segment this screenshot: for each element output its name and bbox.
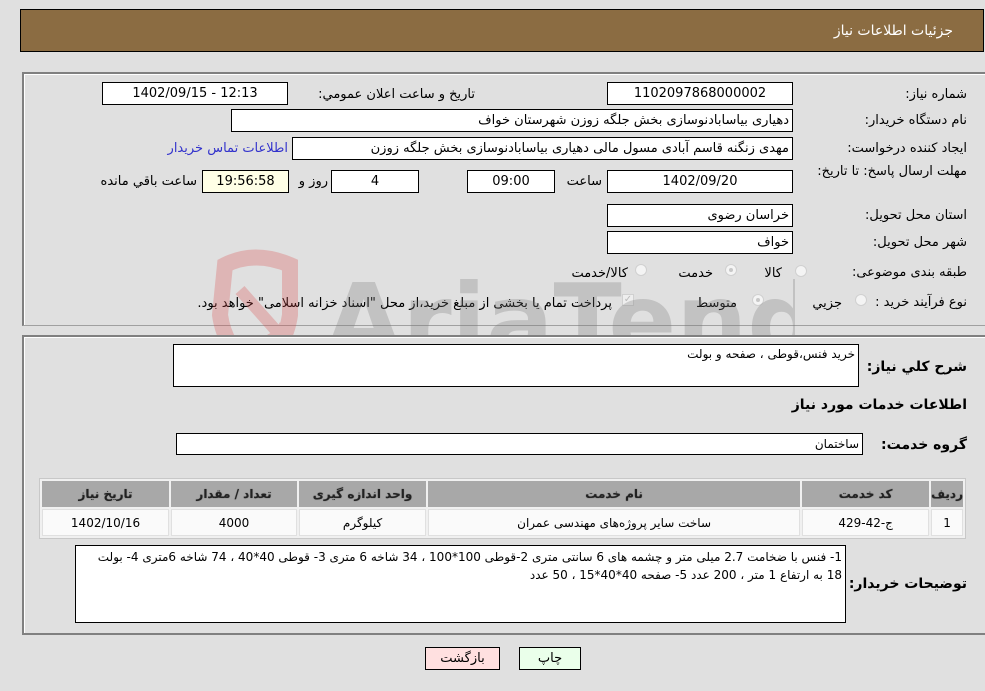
buyer-notes-label: توضیحات خریدار: — [848, 576, 967, 592]
buyer-contact-link[interactable]: اطلاعات تماس خریدار — [168, 141, 288, 156]
announce-datetime-label: تاریخ و ساعت اعلان عمومي: — [318, 87, 475, 102]
treasury-checkbox[interactable]: ✓ — [622, 294, 634, 306]
category-label: طبقه بندی موضوعی: — [851, 265, 967, 280]
col-header-service-name: نام خدمت — [428, 481, 801, 507]
province-label: استان محل تحویل: — [865, 208, 967, 223]
deadline-label: مهلت ارسال پاسخ: تا تاریخ: — [817, 164, 967, 179]
col-header-row-number: ردیف — [931, 481, 963, 507]
deadline-date-field: 1402/09/20 — [607, 170, 793, 193]
announce-datetime-field: 1402/09/15 - 12:13 — [102, 82, 288, 105]
back-button[interactable]: بازگشت — [425, 647, 500, 670]
cell-service-code: ج-42-429 — [802, 509, 930, 536]
services-heading: اطلاعات خدمات مورد نیاز — [791, 397, 967, 413]
remaining-time-label: ساعت باقي مانده — [100, 174, 197, 189]
col-header-unit: واحد اندازه گیری — [299, 481, 427, 507]
purchase-option-medium: متوسط — [696, 296, 737, 311]
city-label: شهر محل تحویل: — [872, 235, 967, 250]
col-header-service-code: کد خدمت — [802, 481, 930, 507]
print-button[interactable]: چاپ — [519, 647, 581, 670]
requester-label: ایجاد کننده درخواست: — [847, 141, 967, 156]
cell-need-date: 1402/10/16 — [42, 509, 170, 536]
need-number-field: 1102097868000002 — [607, 82, 793, 105]
requester-field: مهدی زنگنه قاسم آبادی مسول مالی دهیاری ب… — [292, 137, 793, 160]
services-table: ردیف کد خدمت نام خدمت واحد اندازه گیری ت… — [39, 478, 966, 539]
buyer-notes-textarea[interactable]: 1- فنس با ضخامت 2.7 میلی متر و چشمه های … — [75, 545, 846, 623]
purchase-radio-medium[interactable] — [752, 294, 764, 306]
service-group-label: گروه خدمت: — [881, 437, 967, 453]
category-option-service: خدمت — [678, 266, 713, 281]
category-option-goods: کالا — [764, 266, 782, 281]
deadline-time-field: 09:00 — [467, 170, 555, 193]
col-header-quantity: تعداد / مقدار — [171, 481, 298, 507]
cell-service-name: ساخت سایر پروژه‌های مهندسی عمران — [428, 509, 801, 536]
purchase-type-label: نوع فرآیند خرید : — [875, 295, 967, 310]
province-field: خراسان رضوی — [607, 204, 793, 227]
buyer-org-field: دهیاری بیاسابادنوسازی بخش جلگه زوزن شهرس… — [231, 109, 793, 132]
general-desc-label: شرح کلي نیاز: — [866, 359, 967, 375]
general-desc-textarea[interactable]: خرید فنس،قوطی ، صفحه و بولت — [173, 344, 859, 387]
purchase-option-minor: جزيي — [812, 296, 842, 311]
days-label: روز و — [298, 174, 328, 189]
page-header: جزئیات اطلاعات نیاز — [20, 9, 984, 52]
col-header-need-date: تاریخ نیاز — [42, 481, 170, 507]
table-row: 1 ج-42-429 ساخت سایر پروژه‌های مهندسی عم… — [42, 509, 963, 536]
category-option-goods-service: کالا/خدمت — [571, 266, 628, 281]
category-radio-goods-service[interactable] — [635, 264, 647, 276]
remaining-days-field: 4 — [331, 170, 419, 193]
table-header-row: ردیف کد خدمت نام خدمت واحد اندازه گیری ت… — [42, 481, 963, 507]
deadline-time-label: ساعت — [566, 174, 602, 189]
city-field: خواف — [607, 231, 793, 254]
cell-row-number: 1 — [931, 509, 963, 536]
service-group-field: ساختمان — [176, 433, 863, 455]
cell-quantity: 4000 — [171, 509, 298, 536]
page-title: جزئیات اطلاعات نیاز — [833, 23, 953, 39]
buyer-org-label: نام دستگاه خریدار: — [864, 113, 967, 128]
treasury-note: پرداخت تمام یا بخشی از مبلغ خرید،از محل … — [197, 296, 612, 311]
category-radio-service[interactable] — [725, 264, 737, 276]
need-number-label: شماره نیاز: — [905, 87, 967, 102]
purchase-radio-minor[interactable] — [855, 294, 867, 306]
cell-unit: کیلوگرم — [299, 509, 427, 536]
remaining-time-field: 19:56:58 — [202, 170, 289, 193]
category-radio-goods[interactable] — [795, 265, 807, 277]
